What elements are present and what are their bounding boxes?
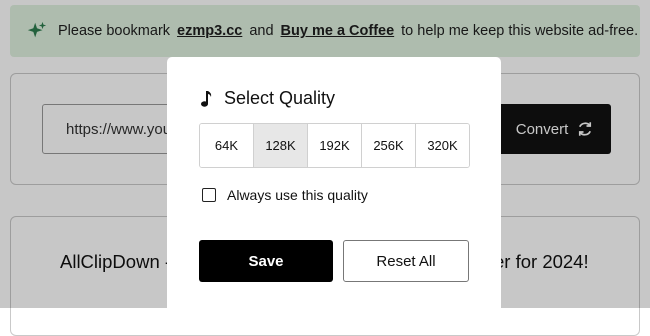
save-button[interactable]: Save [199, 240, 333, 282]
modal-title-text: Select Quality [224, 88, 336, 108]
modal-title: Select Quality [200, 88, 335, 109]
always-use-quality-checkbox[interactable] [202, 188, 216, 202]
quality-options: 64K 128K 192K 256K 320K [199, 123, 470, 168]
quality-option-256k[interactable]: 256K [362, 124, 416, 167]
quality-modal: Select Quality 64K 128K 192K 256K 320K A… [167, 57, 501, 308]
quality-option-128k[interactable]: 128K [254, 124, 308, 167]
always-use-quality-label: Always use this quality [227, 187, 368, 203]
quality-option-320k[interactable]: 320K [416, 124, 469, 167]
always-use-quality-row[interactable]: Always use this quality [202, 187, 368, 203]
quality-option-192k[interactable]: 192K [308, 124, 362, 167]
reset-all-button[interactable]: Reset All [343, 240, 469, 282]
music-note-icon [201, 90, 212, 107]
quality-option-64k[interactable]: 64K [200, 124, 254, 167]
